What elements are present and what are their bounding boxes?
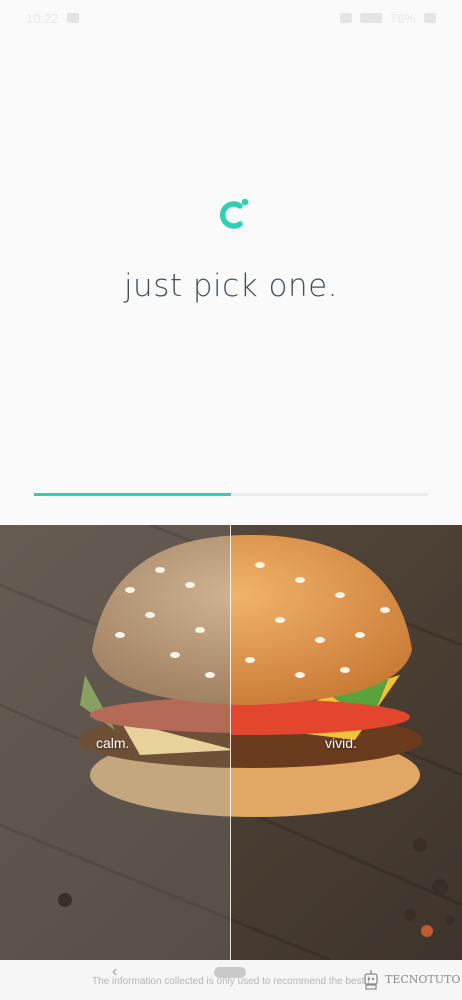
vivid-option-label[interactable]: vivid. — [325, 735, 357, 751]
signal-icon — [359, 13, 382, 23]
headline: just pick one. — [123, 268, 339, 304]
status-time: 10:22 — [26, 10, 59, 26]
progress-fill — [34, 493, 231, 496]
watermark-robot-icon — [364, 970, 378, 990]
progress-bar — [34, 493, 428, 496]
back-icon[interactable]: ‹ — [112, 963, 117, 981]
status-bar: 10:22 76% — [0, 0, 462, 36]
home-pill-icon[interactable] — [214, 967, 246, 978]
alarm-icon — [339, 13, 352, 23]
notification-icon — [66, 13, 79, 23]
burger-image — [0, 525, 462, 960]
footer: The information collected is only used t… — [0, 960, 462, 1000]
app-logo-icon — [219, 198, 249, 229]
watermark-text: TECNOTUTO — [385, 972, 461, 986]
comparison-photo[interactable]: calm. vivid. — [0, 525, 462, 960]
comparison-divider[interactable] — [230, 525, 231, 960]
watermark: TECNOTUTO — [362, 968, 460, 990]
battery-level: 76% — [389, 10, 416, 26]
battery-icon — [424, 13, 436, 23]
calm-option-label[interactable]: calm. — [96, 735, 129, 751]
